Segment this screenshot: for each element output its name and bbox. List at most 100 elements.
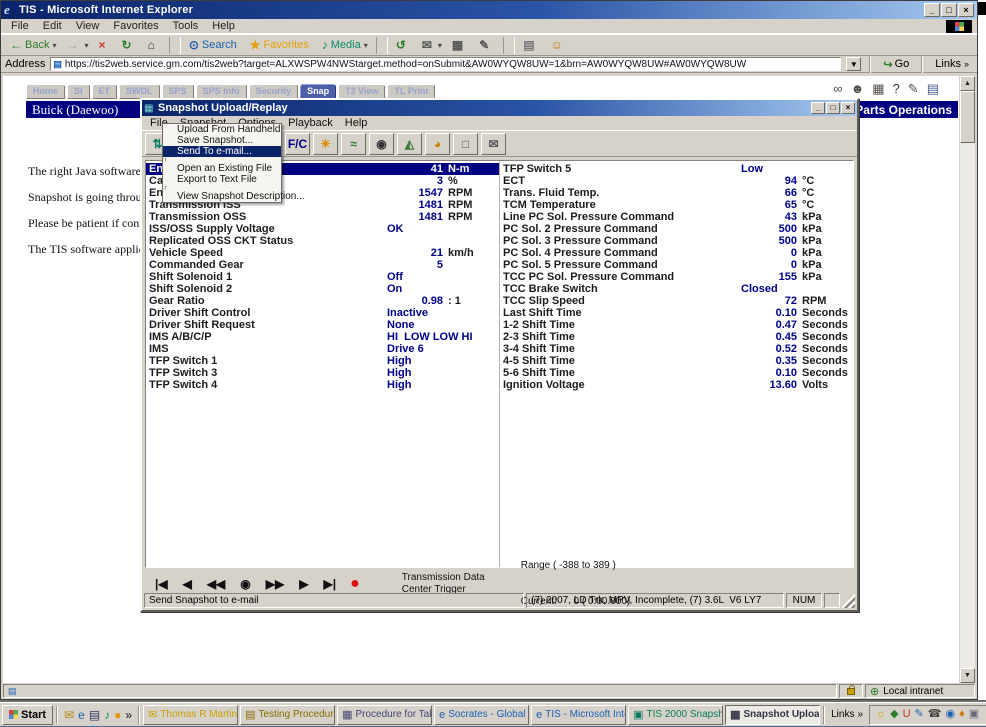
- data-row[interactable]: TCC Brake Switch Closed: [500, 283, 853, 295]
- ie-menu-item[interactable]: Favorites: [106, 20, 165, 32]
- start-button[interactable]: Start: [2, 705, 53, 725]
- data-row[interactable]: TFP Switch 4 High: [146, 379, 499, 391]
- data-row[interactable]: IMS Drive 6: [146, 343, 499, 355]
- dialog-toolbar-button[interactable]: ◕: [425, 133, 450, 155]
- dialog-maximize-button[interactable]: □: [826, 102, 840, 114]
- data-row[interactable]: Vehicle Speed 21 km/h: [146, 247, 499, 259]
- dialog-close-button[interactable]: ×: [841, 102, 855, 114]
- playback-button[interactable]: |◀: [155, 577, 168, 591]
- tray-icon[interactable]: ✎: [915, 709, 924, 720]
- data-row[interactable]: TCM Temperature 65 °C: [500, 199, 853, 211]
- page-tab[interactable]: Security: [249, 84, 299, 99]
- header-icon[interactable]: ✎: [908, 81, 919, 97]
- dialog-toolbar-button[interactable]: F/C: [285, 133, 310, 155]
- data-row[interactable]: 5-6 Shift Time 0.10 Seconds: [500, 367, 853, 379]
- record-button[interactable]: ●: [350, 577, 360, 591]
- task-button[interactable]: ▣TIS 2000 Snapshot Uplo...: [628, 705, 723, 725]
- playback-button[interactable]: ◉: [240, 577, 250, 591]
- playback-button[interactable]: ▶|: [323, 577, 336, 591]
- address-input[interactable]: ▤ https://tis2web.service.gm.com/tis2web…: [50, 57, 841, 71]
- data-row[interactable]: ISS/OSS Supply Voltage OK: [146, 223, 499, 235]
- ie-menu-item[interactable]: Tools: [166, 20, 206, 32]
- page-tab[interactable]: SWDL: [119, 84, 160, 99]
- tray-icon[interactable]: ☼: [876, 709, 886, 720]
- data-row[interactable]: Transmission OSS 1481 RPM: [146, 211, 499, 223]
- tray-icon[interactable]: ◉: [945, 709, 955, 720]
- header-icon[interactable]: ∞: [833, 81, 842, 97]
- header-icon[interactable]: ☻: [851, 81, 865, 97]
- menu-item[interactable]: Export to Text File: [163, 174, 281, 185]
- ie-toolbar-button[interactable]: ☺: [546, 36, 574, 55]
- ie-toolbar-button[interactable]: ✉: [417, 36, 447, 55]
- address-dropdown-button[interactable]: ▼: [846, 57, 861, 71]
- data-row[interactable]: 2-3 Shift Time 0.45 Seconds: [500, 331, 853, 343]
- ie-menu-item[interactable]: Edit: [36, 20, 69, 32]
- page-scrollbar[interactable]: ▲ ▼: [959, 76, 975, 683]
- ie-toolbar-button[interactable]: ▦: [447, 36, 474, 55]
- quick-launch-icon[interactable]: ✉: [64, 709, 74, 721]
- data-row[interactable]: Replicated OSS CKT Status: [146, 235, 499, 247]
- data-row[interactable]: TCC Slip Speed 72 RPM: [500, 295, 853, 307]
- data-row[interactable]: 4-5 Shift Time 0.35 Seconds: [500, 355, 853, 367]
- tray-icon[interactable]: ◆: [890, 709, 898, 720]
- menu-item[interactable]: [165, 186, 167, 190]
- ie-menu-item[interactable]: File: [4, 20, 36, 32]
- page-tab[interactable]: SI: [67, 84, 90, 99]
- quick-launch-icon[interactable]: ▤: [89, 709, 100, 721]
- ie-toolbar-button[interactable]: ×: [94, 36, 117, 55]
- playback-button[interactable]: ▶: [299, 577, 308, 591]
- links-toolbar[interactable]: Links»: [931, 58, 973, 70]
- quick-launch-icon[interactable]: »: [125, 709, 132, 721]
- data-row[interactable]: Line PC Sol. Pressure Command 43 kPa: [500, 211, 853, 223]
- page-tab[interactable]: TL Print: [387, 84, 435, 99]
- task-button[interactable]: eSocrates - Global - Micro...: [434, 705, 529, 725]
- data-row[interactable]: 3-4 Shift Time 0.52 Seconds: [500, 343, 853, 355]
- ie-toolbar-button[interactable]: ↻: [117, 36, 143, 55]
- quick-launch-icon[interactable]: ♪: [104, 709, 110, 721]
- ie-menu-item[interactable]: View: [69, 20, 107, 32]
- tray-icon[interactable]: ☎: [928, 709, 942, 720]
- dialog-toolbar-button[interactable]: ◉: [369, 133, 394, 155]
- minimize-button[interactable]: _: [924, 3, 940, 17]
- data-row[interactable]: TCC PC Sol. Pressure Command 155 kPa: [500, 271, 853, 283]
- tray-icon[interactable]: ▣: [969, 709, 979, 720]
- quick-launch-icon[interactable]: ●: [114, 709, 121, 721]
- scroll-up-button[interactable]: ▲: [960, 76, 975, 91]
- data-row[interactable]: PC Sol. 4 Pressure Command 0 kPa: [500, 247, 853, 259]
- ie-toolbar-button[interactable]: ⊙Search: [184, 36, 245, 55]
- data-row[interactable]: Last Shift Time 0.10 Seconds: [500, 307, 853, 319]
- ie-toolbar-button[interactable]: ↺: [391, 36, 417, 55]
- resize-grip[interactable]: [842, 593, 855, 608]
- dialog-titlebar[interactable]: ▦ Snapshot Upload/Replay _ □ ×: [142, 100, 857, 116]
- task-button[interactable]: ▤Testing Procedures: [240, 705, 335, 725]
- ie-toolbar-button[interactable]: ⌂: [143, 36, 166, 55]
- ie-toolbar-button[interactable]: [169, 37, 181, 54]
- task-button[interactable]: ✉Thomas R Martin - Inbox...: [143, 705, 238, 725]
- ie-toolbar-button[interactable]: →: [61, 36, 93, 55]
- data-row[interactable]: Shift Solenoid 1 Off: [146, 271, 499, 283]
- scroll-thumb[interactable]: [960, 91, 975, 143]
- ie-titlebar[interactable]: e TIS - Microsoft Internet Explorer _ □ …: [1, 1, 977, 19]
- header-icon[interactable]: ▦: [872, 81, 884, 97]
- data-row[interactable]: PC Sol. 3 Pressure Command 500 kPa: [500, 235, 853, 247]
- playback-button[interactable]: ◀: [183, 577, 192, 591]
- dialog-menu-item[interactable]: Help: [339, 117, 374, 129]
- taskbar-links[interactable]: Links »: [828, 709, 866, 720]
- ie-toolbar-button[interactable]: ♪Media: [317, 36, 373, 55]
- page-tab[interactable]: ET: [92, 84, 118, 99]
- data-row[interactable]: Shift Solenoid 2 On: [146, 283, 499, 295]
- page-tab[interactable]: T2 View: [338, 84, 385, 99]
- dialog-toolbar-button[interactable]: ✉: [481, 133, 506, 155]
- tray-icon[interactable]: U: [903, 709, 911, 720]
- data-row[interactable]: PC Sol. 2 Pressure Command 500 kPa: [500, 223, 853, 235]
- dialog-toolbar-button[interactable]: □: [453, 133, 478, 155]
- header-icon[interactable]: ?: [893, 81, 900, 97]
- ie-toolbar-button[interactable]: ✎: [474, 36, 500, 55]
- data-row[interactable]: Commanded Gear 5: [146, 259, 499, 271]
- dialog-toolbar-button[interactable]: ≈: [341, 133, 366, 155]
- task-button[interactable]: ▦Procedure for Taking Sn...: [337, 705, 432, 725]
- menu-item[interactable]: View Snapshot Description...: [163, 191, 281, 202]
- menu-item[interactable]: Upload From Handheld: [163, 124, 281, 135]
- scroll-down-button[interactable]: ▼: [960, 668, 975, 683]
- page-tab[interactable]: SPS: [162, 84, 194, 99]
